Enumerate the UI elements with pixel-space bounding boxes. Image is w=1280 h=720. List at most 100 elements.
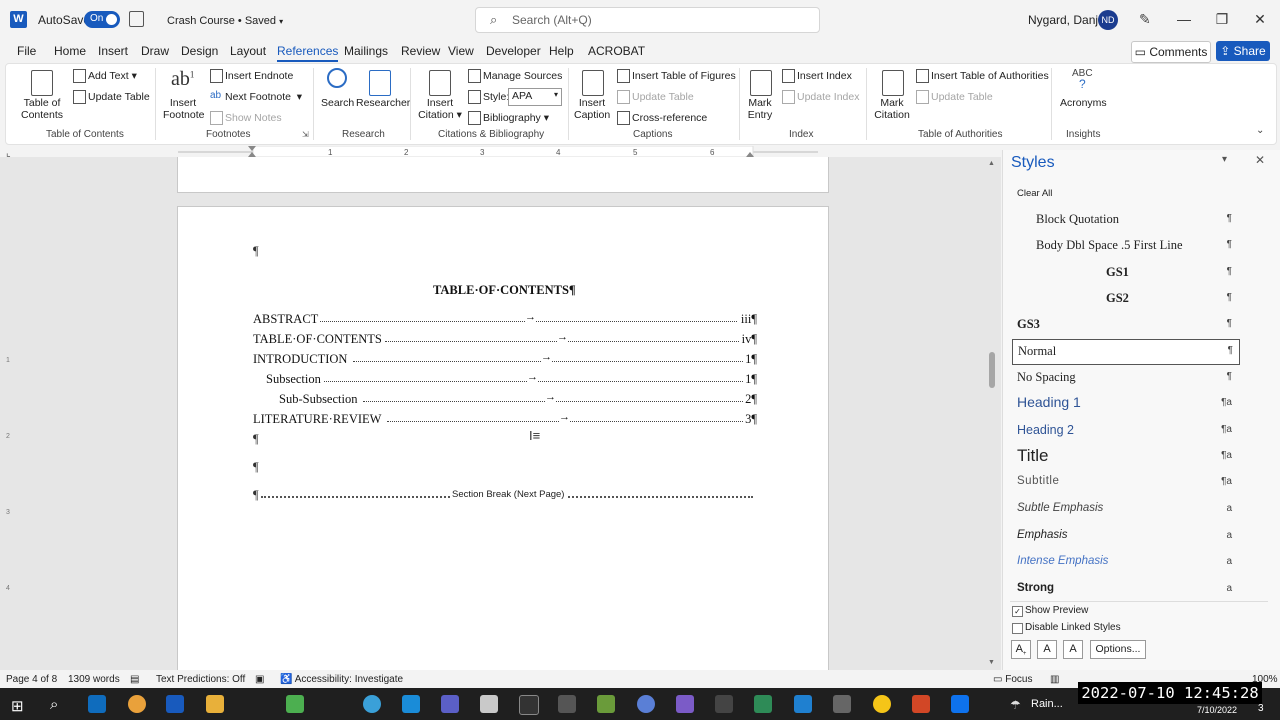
app-icon[interactable] — [833, 695, 851, 713]
macro-icon[interactable]: ▣ — [255, 674, 264, 685]
toc-entry[interactable]: Sub-Subsection → 2¶ — [279, 391, 757, 408]
tab-acrobat[interactable]: ACROBAT — [588, 44, 645, 58]
style-item[interactable]: Block Quotation ¶ — [1012, 208, 1238, 232]
outlook-icon[interactable] — [88, 695, 106, 713]
style-item[interactable]: GS2 ¶ — [1012, 287, 1238, 311]
disable-linked-checkbox[interactable] — [1012, 623, 1023, 634]
chrome-icon[interactable] — [128, 695, 146, 713]
tab-view[interactable]: View — [448, 44, 474, 58]
bibliography-button[interactable]: Bibliography ▾ — [483, 112, 549, 124]
style-item[interactable]: Body Dbl Space .5 First Line ¶ — [1012, 234, 1238, 258]
insert-citation-button[interactable]: Insert Citation ▾ — [418, 97, 462, 121]
style-item[interactable]: Intense Emphasis a — [1012, 551, 1238, 575]
scrollbar-thumb[interactable] — [989, 352, 995, 388]
pane-options-icon[interactable]: ▾ — [1222, 154, 1227, 165]
weather-icon[interactable]: ☂ — [1010, 698, 1021, 712]
notifications-badge[interactable]: 3 — [1258, 703, 1264, 714]
app-icon[interactable] — [715, 695, 733, 713]
vscode-icon[interactable] — [794, 695, 812, 713]
toc-entry[interactable]: INTRODUCTION → 1¶ — [253, 351, 757, 368]
scroll-up-icon[interactable]: ▲ — [988, 160, 995, 167]
style-dropdown[interactable]: APA ▾ — [508, 88, 562, 106]
browser-icon[interactable] — [363, 695, 381, 713]
close-button[interactable]: ✕ — [1248, 8, 1272, 30]
toc-entry[interactable]: TABLE·OF·CONTENTS → iv¶ — [253, 331, 757, 348]
app-icon[interactable] — [597, 695, 615, 713]
insert-table-of-figures-button[interactable]: Insert Table of Figures — [632, 70, 736, 82]
powerpoint-icon[interactable] — [912, 695, 930, 713]
style-item[interactable]: Subtitle ¶a — [1012, 471, 1238, 495]
tab-layout[interactable]: Layout — [230, 44, 266, 58]
search-icon[interactable]: ⌕ — [50, 696, 58, 713]
toc-entry[interactable]: ABSTRACT → iii¶ — [253, 311, 757, 328]
avatar[interactable]: ND — [1098, 10, 1118, 30]
page-count[interactable]: Page 4 of 8 — [6, 674, 57, 685]
r-icon[interactable] — [637, 695, 655, 713]
close-icon[interactable]: ✕ — [1255, 153, 1265, 167]
insert-footnote-button[interactable]: Insert Footnote — [163, 97, 204, 121]
style-item[interactable]: No Spacing ¶ — [1012, 366, 1238, 390]
comments-button[interactable]: ▭ Comments — [1131, 41, 1211, 63]
mark-entry-button[interactable]: Mark Entry — [746, 97, 774, 121]
options-button[interactable]: Options... — [1090, 640, 1146, 659]
style-item[interactable]: Emphasis a — [1012, 525, 1238, 549]
dialog-launcher-icon[interactable]: ⇲ — [302, 130, 309, 139]
accessibility-status[interactable]: ♿ Accessibility: Investigate — [280, 674, 403, 685]
pen-icon[interactable]: ✎ — [1139, 11, 1151, 28]
toc-entry[interactable]: LITERATURE·REVIEW → 3¶ — [253, 411, 757, 428]
tab-references[interactable]: References — [277, 44, 339, 62]
table-of-contents-button[interactable]: Table of Contents — [18, 97, 66, 121]
vertical-scrollbar[interactable] — [988, 165, 996, 665]
word-count[interactable]: 1309 words — [68, 674, 120, 685]
acronyms-button[interactable]: Acronyms — [1060, 97, 1107, 109]
app-icon[interactable] — [286, 695, 304, 713]
clear-all[interactable]: Clear All — [1017, 188, 1052, 199]
app-icon[interactable] — [873, 695, 891, 713]
update-index-button[interactable]: Update Index — [797, 91, 859, 103]
windows-start-icon[interactable]: ⊞ — [11, 697, 24, 715]
terminal-icon[interactable] — [519, 695, 539, 715]
manage-styles-icon[interactable]: A — [1063, 640, 1083, 659]
proofing-icon[interactable]: ▤ — [130, 674, 139, 685]
cross-reference-button[interactable]: Cross-reference — [632, 112, 707, 124]
app-icon[interactable] — [558, 695, 576, 713]
style-item[interactable]: GS1 ¶ — [1012, 261, 1238, 285]
file-explorer-icon[interactable] — [206, 695, 224, 713]
next-footnote-button[interactable]: Next Footnote ▾ — [225, 91, 302, 103]
style-item[interactable]: Heading 2 ¶a — [1012, 419, 1238, 443]
document-title[interactable]: Crash Course • Saved ▾ — [167, 15, 283, 27]
researcher-button[interactable]: Researcher — [356, 97, 410, 109]
section-break[interactable]: ¶ Section Break (Next Page) — [253, 488, 753, 502]
tab-help[interactable]: Help — [549, 44, 574, 58]
save-icon[interactable] — [129, 11, 144, 27]
search-box[interactable]: ⌕ Search (Alt+Q) — [475, 7, 820, 33]
app-icon[interactable] — [402, 695, 420, 713]
insert-endnote-button[interactable]: Insert Endnote — [225, 70, 293, 82]
current-page[interactable] — [177, 206, 829, 678]
app-icon[interactable] — [480, 695, 498, 713]
show-notes-button[interactable]: Show Notes — [225, 112, 282, 124]
minimize-button[interactable]: — — [1172, 8, 1196, 30]
search-button[interactable]: Search — [321, 97, 354, 109]
insert-index-button[interactable]: Insert Index — [797, 70, 852, 82]
tab-home[interactable]: Home — [54, 44, 86, 58]
app-icon[interactable] — [676, 695, 694, 713]
weather-text[interactable]: Rain... — [1031, 698, 1063, 710]
tab-review[interactable]: Review — [401, 44, 440, 58]
taskbar-date[interactable]: 7/10/2022 — [1197, 705, 1237, 715]
share-button[interactable]: ⇪ Share — [1216, 41, 1270, 61]
add-text-button[interactable]: Add Text ▾ — [88, 70, 137, 82]
tab-mailings[interactable]: Mailings — [344, 44, 388, 58]
word-taskbar-icon[interactable] — [166, 695, 184, 713]
text-predictions[interactable]: Text Predictions: Off — [156, 674, 245, 685]
manage-sources-button[interactable]: Manage Sources — [483, 70, 562, 82]
update-table-button[interactable]: Update Table — [88, 91, 150, 103]
insert-toa-button[interactable]: Insert Table of Authorities — [931, 70, 1049, 82]
autosave-toggle[interactable]: On — [84, 11, 120, 28]
tab-design[interactable]: Design — [181, 44, 218, 58]
zoom-icon[interactable] — [951, 695, 969, 713]
style-item[interactable]: Heading 1 ¶a — [1012, 392, 1238, 416]
scroll-down-icon[interactable]: ▼ — [988, 659, 995, 666]
toc-heading[interactable]: TABLE·OF·CONTENTS¶ — [433, 283, 576, 298]
update-toa-button[interactable]: Update Table — [931, 91, 993, 103]
